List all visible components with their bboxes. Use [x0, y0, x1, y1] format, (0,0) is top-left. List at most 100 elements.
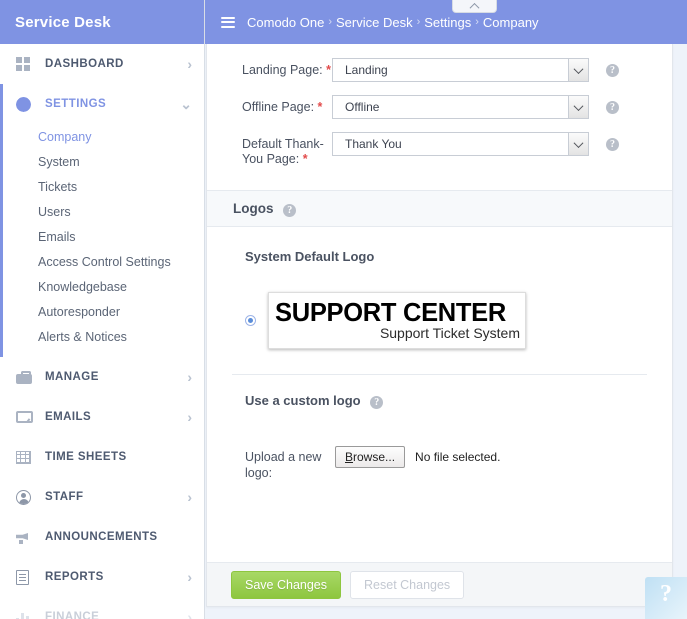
- sidebar-item-emails[interactable]: Emails: [3, 224, 204, 249]
- breadcrumb-separator: ›: [475, 16, 479, 28]
- help-icon-logos[interactable]: ?: [283, 204, 297, 217]
- chevron-right-icon: ›: [187, 369, 192, 385]
- hamburger-icon[interactable]: [221, 16, 235, 28]
- help-icon-landing-page[interactable]: ?: [606, 64, 619, 77]
- heading-system-default-logo: System Default Logo: [245, 249, 375, 264]
- sidebar-label-finance: FINANCE: [45, 611, 100, 619]
- select-landing-page[interactable]: Landing: [332, 58, 589, 82]
- label-offline-page: Offline Page: *: [217, 95, 332, 115]
- app-brand-title: Service Desk: [0, 0, 204, 44]
- form-row-offline-page: Offline Page: * Offline ?: [217, 95, 672, 119]
- breadcrumb-service-desk[interactable]: Service Desk: [336, 15, 413, 30]
- sidebar-label-time-sheets: TIME SHEETS: [45, 451, 127, 463]
- sidebar-item-tickets[interactable]: Tickets: [3, 174, 204, 199]
- sidebar-item-settings[interactable]: SETTINGS ⌄: [0, 84, 204, 124]
- file-selection-status: No file selected.: [415, 450, 501, 464]
- sidebar-item-reports[interactable]: REPORTS ›: [0, 557, 204, 597]
- chevron-right-icon: ›: [187, 569, 192, 585]
- breadcrumb-comodo-one[interactable]: Comodo One: [247, 15, 324, 30]
- form-footer: Save Changes Reset Changes: [207, 562, 672, 606]
- select-thank-you-page-arrow[interactable]: [568, 133, 588, 155]
- help-floating-button[interactable]: ?: [645, 577, 687, 619]
- breadcrumb-separator: ›: [328, 16, 332, 28]
- help-icon-offline-page[interactable]: ?: [606, 101, 619, 114]
- sidebar-item-access-control-settings[interactable]: Access Control Settings: [3, 249, 204, 274]
- sidebar-item-users[interactable]: Users: [3, 199, 204, 224]
- sidebar-label-reports: REPORTS: [45, 571, 104, 583]
- sidebar-item-dashboard[interactable]: DASHBOARD ›: [0, 44, 204, 84]
- megaphone-icon: [16, 529, 36, 545]
- breadcrumb-separator: ›: [416, 16, 421, 28]
- sidebar-label-staff: STAFF: [45, 491, 84, 503]
- sidebar-item-manage[interactable]: MANAGE ›: [0, 357, 204, 397]
- select-thank-you-page[interactable]: Thank You: [332, 132, 589, 156]
- logo-image-title: SUPPORT CENTER: [275, 298, 506, 327]
- chevron-down-icon: [573, 63, 584, 74]
- sidebar-label-emails: EMAILS: [45, 411, 92, 423]
- table-icon: [16, 449, 36, 465]
- logo-image-subtitle: Support Ticket System: [379, 324, 520, 341]
- sidebar-item-knowledgebase[interactable]: Knowledgebase: [3, 274, 204, 299]
- sidebar-item-autoresponder[interactable]: Autoresponder: [3, 299, 204, 324]
- sidebar: Service Desk DASHBOARD › SETTINGS ⌄ Comp…: [0, 0, 205, 619]
- reset-changes-button: Reset Changes: [350, 570, 465, 599]
- briefcase-icon: [16, 369, 36, 385]
- label-upload-new-logo: Upload a new logo:: [245, 450, 322, 480]
- select-landing-page-arrow[interactable]: [568, 59, 588, 81]
- chevron-down-icon: [573, 100, 584, 111]
- label-thank-you-page: Default Thank-You Page: *: [217, 132, 332, 167]
- section-title-logos: Logos: [233, 201, 274, 216]
- chevron-right-icon: ›: [187, 609, 192, 619]
- gear-icon: [16, 96, 36, 112]
- select-offline-page[interactable]: Offline: [332, 95, 589, 119]
- help-icon-custom-logo[interactable]: ?: [370, 396, 384, 409]
- default-logo-row: SUPPORT CENTER Support Ticket System: [245, 292, 672, 349]
- page-settings-form: Landing Page: * Landing ? Offline Page: …: [207, 44, 672, 190]
- required-marker: *: [326, 63, 331, 77]
- dashboard-icon: [16, 56, 36, 72]
- collapse-header-tab[interactable]: [452, 0, 497, 13]
- sidebar-item-finance[interactable]: FINANCE ›: [0, 597, 204, 619]
- label-text: Default Thank-You Page:: [242, 137, 324, 166]
- heading-text: Use a custom logo: [245, 393, 361, 408]
- sidebar-label-settings: SETTINGS: [45, 98, 107, 110]
- section-header-logos: Logos ?: [207, 190, 672, 227]
- sidebar-label-dashboard: DASHBOARD: [45, 58, 124, 70]
- app-root: Service Desk DASHBOARD › SETTINGS ⌄ Comp…: [0, 0, 687, 619]
- sidebar-item-announcements[interactable]: ANNOUNCEMENTS: [0, 517, 204, 557]
- chevron-up-icon: [469, 2, 480, 13]
- select-offline-page-value[interactable]: Offline: [332, 95, 589, 119]
- help-icon-thank-you-page[interactable]: ?: [606, 138, 619, 151]
- breadcrumb-settings[interactable]: Settings: [424, 15, 471, 30]
- sidebar-item-alerts-notices[interactable]: Alerts & Notices: [3, 324, 204, 349]
- chevron-down-icon: [573, 137, 584, 148]
- sidebar-item-time-sheets[interactable]: TIME SHEETS: [0, 437, 204, 477]
- form-row-landing-page: Landing Page: * Landing ?: [217, 58, 672, 82]
- select-landing-page-value[interactable]: Landing: [332, 58, 589, 82]
- default-logo-image: SUPPORT CENTER Support Ticket System: [268, 292, 526, 349]
- sidebar-label-announcements: ANNOUNCEMENTS: [45, 531, 158, 543]
- envelope-icon: [16, 409, 36, 425]
- form-row-thank-you-page: Default Thank-You Page: * Thank You ?: [217, 132, 672, 167]
- upload-logo-row: Upload a new logo: Browse... No file sel…: [245, 446, 672, 481]
- browse-file-button[interactable]: Browse...: [335, 446, 406, 468]
- heading-use-custom-logo: Use a custom logo ?: [245, 393, 672, 409]
- radio-system-default-logo[interactable]: [245, 315, 256, 326]
- label-landing-page: Landing Page: *: [217, 58, 332, 78]
- user-circle-icon: [16, 489, 36, 505]
- select-offline-page-arrow[interactable]: [568, 96, 588, 118]
- chevron-right-icon: ›: [187, 489, 192, 505]
- sidebar-item-system[interactable]: System: [3, 149, 204, 174]
- bar-chart-icon: [16, 609, 36, 619]
- custom-logo-section: Use a custom logo ? Upload a new logo: B…: [207, 375, 672, 481]
- save-changes-button[interactable]: Save Changes: [231, 570, 342, 599]
- chevron-right-icon: ›: [187, 56, 192, 72]
- sidebar-item-emails-group[interactable]: EMAILS ›: [0, 397, 204, 437]
- label-text: Offline Page:: [242, 100, 315, 114]
- sidebar-item-company[interactable]: Company: [3, 124, 204, 149]
- content-panel: Landing Page: * Landing ? Offline Page: …: [206, 44, 673, 607]
- label-text: Landing Page:: [242, 63, 323, 77]
- settings-submenu: Company System Tickets Users Emails Acce…: [0, 124, 204, 357]
- sidebar-item-staff[interactable]: STAFF ›: [0, 477, 204, 517]
- select-thank-you-page-value[interactable]: Thank You: [332, 132, 589, 156]
